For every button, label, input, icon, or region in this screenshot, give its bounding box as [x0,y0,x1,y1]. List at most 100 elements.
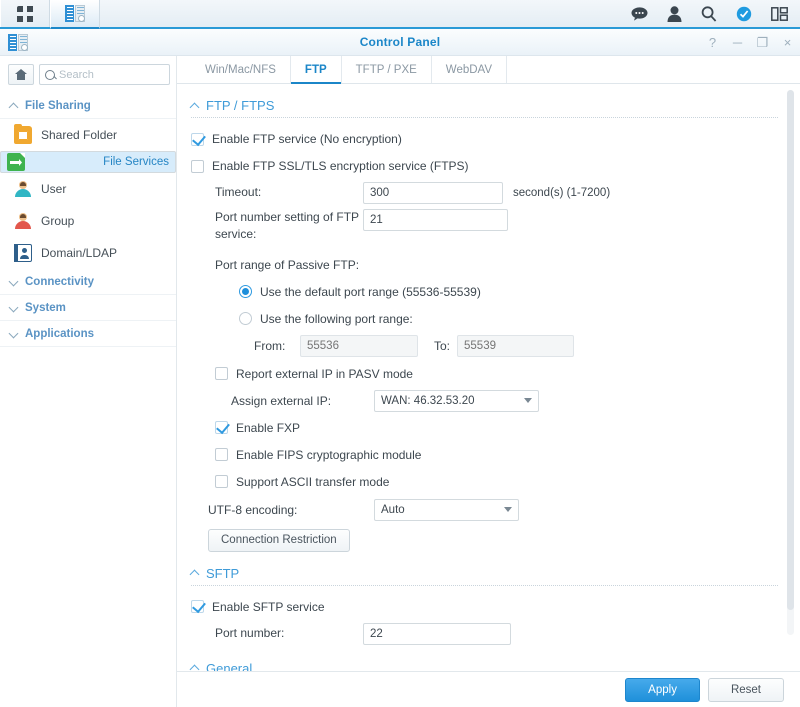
sidebar-item-label: User [41,182,67,196]
taskbar-control-panel-button[interactable] [50,0,100,29]
home-icon [14,69,28,80]
file-services-icon [7,153,25,171]
sftp-port-label: Port number: [215,626,285,641]
tab-ftp[interactable]: FTP [290,56,342,84]
sidebar-item-file-services[interactable]: File Services [0,151,176,173]
chevron-down-icon [10,278,18,286]
sidebar-group-label: File Sharing [25,100,91,112]
sidebar-group-connectivity[interactable]: Connectivity [0,269,176,295]
reset-button[interactable]: Reset [707,677,784,702]
passive-custom-label[interactable]: Use the following port range: [260,312,413,326]
sidebar-group-label: Connectivity [25,276,95,288]
sidebar-item-label: Domain/LDAP [41,246,118,260]
desktop-taskbar [0,0,800,29]
row-utf8-encoding: UTF-8 encoding: Auto [208,498,778,521]
enable-sftp-label[interactable]: Enable SFTP service [212,600,325,614]
enable-ftps-label[interactable]: Enable FTP SSL/TLS encryption service (F… [212,159,469,173]
passive-default-radio[interactable] [239,285,252,299]
connection-restriction-button[interactable]: Connection Restriction [208,528,350,552]
apply-button[interactable]: Apply [625,677,700,702]
taskbar-tray [630,0,800,27]
window-title: Control Panel [359,35,441,49]
chevron-up-icon [191,664,199,671]
search-icon[interactable] [700,5,718,23]
enable-fxp-label[interactable]: Enable FXP [236,421,300,435]
sidebar-group-system[interactable]: System [0,295,176,321]
chat-icon[interactable] [630,5,648,23]
from-label: From: [254,338,286,353]
tab-tftp-pxe[interactable]: TFTP / PXE [342,56,432,83]
enable-ftp-label[interactable]: Enable FTP service (No encryption) [212,132,402,146]
search-icon [45,69,55,80]
enable-ftp-checkbox[interactable] [191,132,204,146]
row-report-external-ip: Report external IP in PASV mode [215,363,778,385]
control-panel-window: Control Panel ? ─ ❐ × File Sharing [0,29,800,707]
section-header-sftp[interactable]: SFTP [191,566,778,585]
tab-win-mac-nfs[interactable]: Win/Mac/NFS [191,56,291,83]
sidebar-item-label: File Services [103,156,169,168]
section-general: General Configure file transfer logs, an… [191,661,778,671]
minimize-icon[interactable]: ─ [731,36,744,49]
timeout-label: Timeout: [215,185,262,200]
maximize-icon[interactable]: ❐ [756,36,769,49]
report-external-ip-checkbox[interactable] [215,367,228,381]
home-button[interactable] [8,64,34,85]
help-icon[interactable]: ? [706,36,719,49]
support-ascii-checkbox[interactable] [215,475,228,489]
support-ascii-label[interactable]: Support ASCII transfer mode [236,475,389,489]
section-header-ftp-ftps[interactable]: FTP / FTPS [191,98,778,117]
chevron-down-icon [524,398,532,404]
sidebar-group-label: Applications [25,328,95,340]
row-enable-fips: Enable FIPS cryptographic module [215,444,778,466]
utf8-label: UTF-8 encoding: [208,502,298,517]
passive-default-label[interactable]: Use the default port range (55536-55539) [260,285,481,299]
row-port-number: Port number setting of FTP service: [215,209,778,244]
search-input[interactable] [59,68,164,81]
assign-external-ip-value: WAN: 46.32.53.20 [381,394,475,407]
section-header-general[interactable]: General [191,661,778,671]
timeout-suffix: second(s) (1-7200) [513,187,611,199]
domain-ldap-icon [13,243,32,262]
tab-webdav[interactable]: WebDAV [432,56,508,83]
sidebar-item-shared-folder[interactable]: Shared Folder [0,119,176,151]
tab-bar: Win/Mac/NFS FTP TFTP / PXE WebDAV [177,56,800,84]
sidebar-item-group[interactable]: Group [0,205,176,237]
sidebar-item-label: Group [41,214,75,228]
scrollbar-thumb[interactable] [787,90,794,610]
taskbar-apps-button[interactable] [0,0,50,27]
section-ftp-ftps: FTP / FTPS Enable FTP service (No encryp… [191,98,778,552]
timeout-input[interactable] [363,182,503,204]
port-range-to-input[interactable] [457,334,575,357]
sidebar-search[interactable] [39,64,170,85]
passive-custom-radio[interactable] [239,312,252,326]
sidebar-item-domain-ldap[interactable]: Domain/LDAP [0,237,176,269]
chevron-down-icon [10,330,18,338]
close-icon[interactable]: × [781,36,794,49]
assign-external-ip-select[interactable]: WAN: 46.32.53.20 [374,389,539,412]
report-external-ip-label[interactable]: Report external IP in PASV mode [236,367,413,381]
sidebar-group-file-sharing[interactable]: File Sharing [0,93,176,119]
utf8-select[interactable]: Auto [374,498,519,521]
notification-check-icon[interactable] [735,5,753,23]
chevron-up-icon [10,102,18,110]
vertical-scrollbar[interactable] [787,90,794,635]
port-range-from-input[interactable] [300,334,418,357]
enable-fxp-checkbox[interactable] [215,421,228,435]
enable-ftps-checkbox[interactable] [191,159,204,173]
enable-fips-label[interactable]: Enable FIPS cryptographic module [236,448,421,462]
enable-fips-checkbox[interactable] [215,448,228,462]
user-icon [14,180,32,198]
settings-scroll-area: FTP / FTPS Enable FTP service (No encryp… [177,84,800,671]
sidebar-item-user[interactable]: User [0,173,176,205]
widgets-icon[interactable] [770,5,788,23]
sidebar-item-label: Shared Folder [41,128,118,142]
chevron-up-icon [191,102,199,110]
port-number-input[interactable] [363,209,508,231]
person-icon[interactable] [665,5,683,23]
section-title: SFTP [206,565,240,581]
sftp-port-input[interactable] [363,622,511,645]
shared-folder-icon [14,124,32,144]
four-squares-icon [17,5,33,22]
sidebar-group-applications[interactable]: Applications [0,321,176,347]
enable-sftp-checkbox[interactable] [191,600,204,614]
